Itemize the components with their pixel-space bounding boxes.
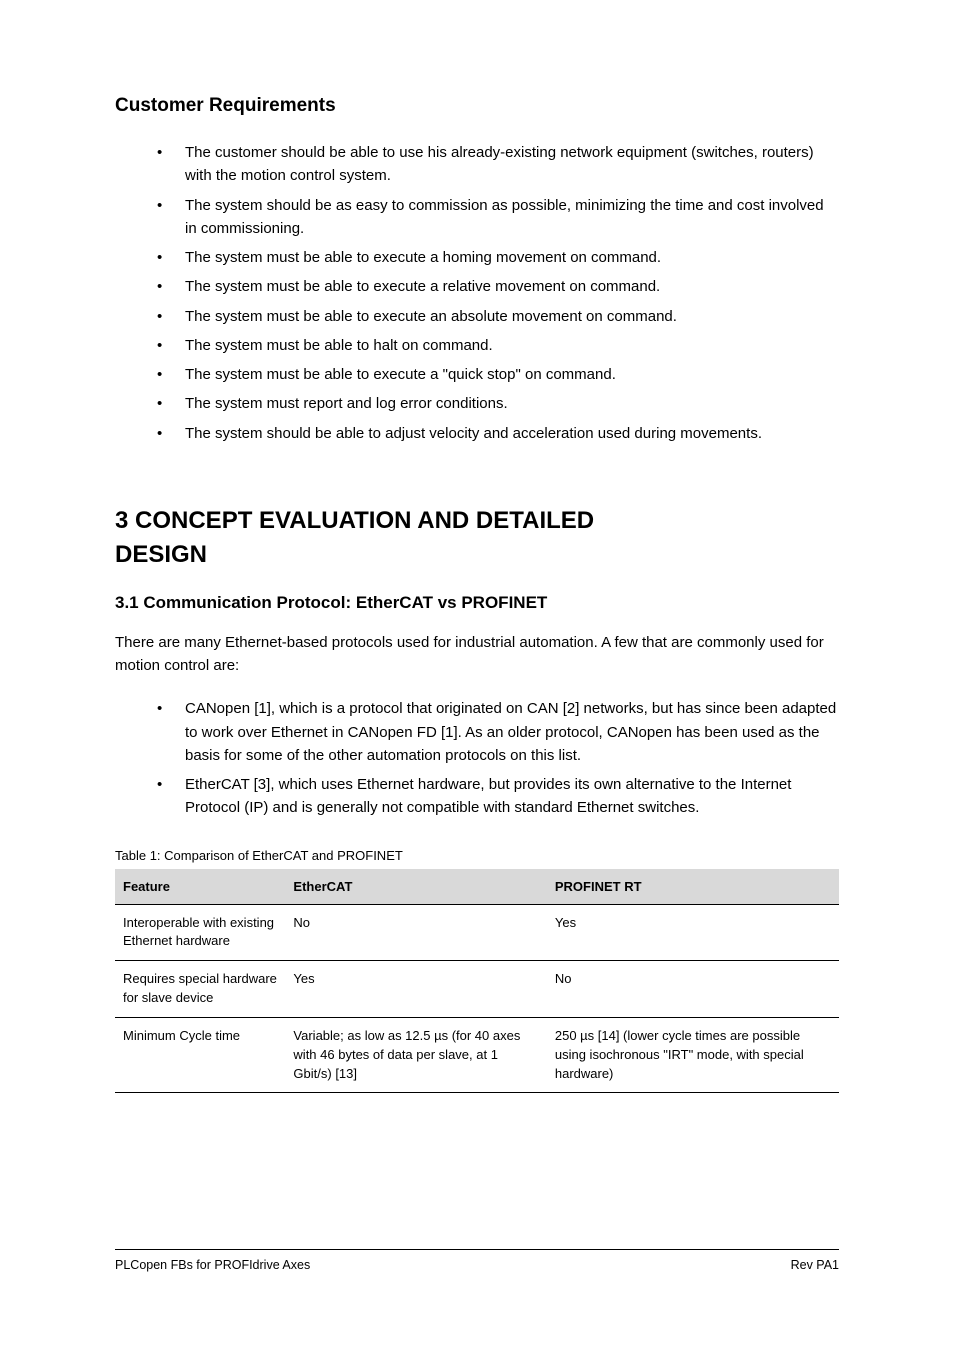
list-item: The system must be able to execute a rel… — [157, 275, 839, 298]
list-item: The system must be able to execute a "qu… — [157, 363, 839, 386]
table-cell: Minimum Cycle time — [115, 1017, 285, 1093]
table-cell: Variable; as low as 12.5 µs (for 40 axes… — [285, 1017, 546, 1093]
table-cell: Yes — [285, 961, 546, 1018]
list-item: The system must be able to halt on comma… — [157, 334, 839, 357]
list-item: The customer should be able to use his a… — [157, 141, 839, 188]
table-row: Minimum Cycle time Variable; as low as 1… — [115, 1017, 839, 1093]
table-cell: 250 µs [14] (lower cycle times are possi… — [547, 1017, 839, 1093]
table-header-feature: Feature — [115, 869, 285, 905]
list-item: The system must report and log error con… — [157, 392, 839, 415]
requirements-heading: Customer Requirements — [115, 95, 839, 117]
table-header-ethercat: EtherCAT — [285, 869, 546, 905]
table-row: Requires special hardware for slave devi… — [115, 961, 839, 1018]
table-caption: Table 1: Comparison of EtherCAT and PROF… — [115, 848, 839, 863]
list-item: EtherCAT [3], which uses Ethernet hardwa… — [157, 773, 839, 820]
footer-left: PLCopen FBs for PROFIdrive Axes — [115, 1258, 310, 1272]
page-footer: PLCopen FBs for PROFIdrive Axes Rev PA1 — [115, 1249, 839, 1272]
list-item: The system should be able to adjust velo… — [157, 422, 839, 445]
table-cell: No — [547, 961, 839, 1018]
footer-divider — [115, 1249, 839, 1250]
table-cell: Interoperable with existing Ethernet har… — [115, 904, 285, 961]
paragraph-intro: There are many Ethernet-based protocols … — [115, 631, 839, 678]
comparison-table: Feature EtherCAT PROFINET RT Interoperab… — [115, 869, 839, 1094]
list-item: The system must be able to execute a hom… — [157, 246, 839, 269]
list-item: The system must be able to execute an ab… — [157, 305, 839, 328]
table-row: Interoperable with existing Ethernet har… — [115, 904, 839, 961]
requirements-list: The customer should be able to use his a… — [115, 141, 839, 445]
subsection-heading: 3.1 Communication Protocol: EtherCAT vs … — [115, 593, 839, 613]
list-item: CANopen [1], which is a protocol that or… — [157, 697, 839, 767]
table-cell: Yes — [547, 904, 839, 961]
list-item: The system should be as easy to commissi… — [157, 194, 839, 241]
table-header-row: Feature EtherCAT PROFINET RT — [115, 869, 839, 905]
table-cell: Requires special hardware for slave devi… — [115, 961, 285, 1018]
section-heading-line2: DESIGN — [115, 541, 839, 569]
table-cell: No — [285, 904, 546, 961]
table-header-profinet: PROFINET RT — [547, 869, 839, 905]
section-heading-line1: 3 CONCEPT EVALUATION AND DETAILED — [115, 507, 839, 535]
protocols-list: CANopen [1], which is a protocol that or… — [115, 697, 839, 819]
footer-right: Rev PA1 — [791, 1258, 839, 1272]
